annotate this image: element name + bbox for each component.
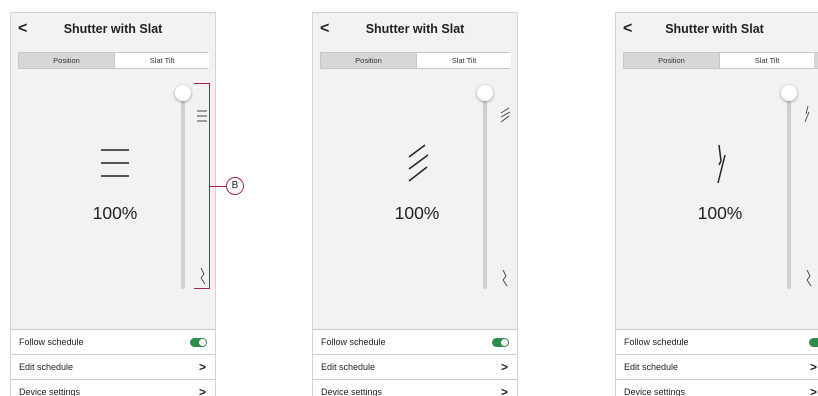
- row-label: Follow schedule: [19, 337, 84, 347]
- slider-track[interactable]: [483, 99, 487, 289]
- slider-track[interactable]: [787, 99, 791, 289]
- tab-slat-tilt[interactable]: Slat Tilt: [416, 53, 511, 68]
- position-percentage: 100%: [92, 203, 138, 223]
- slider-track[interactable]: [181, 99, 185, 289]
- slider-knob[interactable]: [175, 85, 191, 101]
- header: < Shutter with Slat: [616, 13, 818, 47]
- slats-open-small-icon: [197, 110, 207, 122]
- edit-schedule-row[interactable]: Edit schedule >: [616, 355, 818, 380]
- tab-slat-tilt[interactable]: Slat Tilt: [719, 53, 814, 68]
- slats-closed-small-icon: [806, 269, 812, 287]
- tab-position[interactable]: Position: [624, 53, 719, 68]
- chevron-right-icon: >: [198, 385, 206, 396]
- device-settings-row[interactable]: Device settings >: [313, 380, 517, 396]
- callout-badge: B: [226, 177, 244, 195]
- chevron-right-icon: >: [500, 385, 508, 396]
- page-title: Shutter with Slat: [365, 22, 465, 36]
- phone-screen-3: < Shutter with Slat Position Slat Tilt 1…: [615, 12, 818, 396]
- follow-schedule-toggle[interactable]: [809, 338, 818, 347]
- follow-schedule-toggle[interactable]: [190, 338, 207, 347]
- chevron-right-icon: >: [500, 360, 508, 374]
- tab-position[interactable]: Position: [321, 53, 416, 68]
- follow-schedule-row: Follow schedule: [11, 330, 215, 355]
- device-settings-row[interactable]: Device settings >: [11, 380, 215, 396]
- callout-connector: [210, 186, 226, 187]
- edit-schedule-row[interactable]: Edit schedule >: [11, 355, 215, 380]
- shutter-control-area: 100%: [616, 69, 818, 324]
- chevron-right-icon: >: [809, 385, 817, 396]
- page-title: Shutter with Slat: [63, 22, 163, 36]
- position-percentage: 100%: [394, 203, 440, 223]
- slider-knob[interactable]: [477, 85, 493, 101]
- row-label: Edit schedule: [321, 362, 376, 372]
- steep-slats-icon: [717, 144, 726, 184]
- position-percentage: 100%: [697, 203, 743, 223]
- slats-tilted-small-icon: [500, 107, 511, 123]
- settings-list: Follow schedule Edit schedule > Device s…: [11, 329, 215, 396]
- open-slats-icon: [101, 149, 129, 177]
- shutter-control-area: 100%: [11, 69, 215, 324]
- page-title: Shutter with Slat: [665, 22, 764, 36]
- chevron-right-icon: >: [809, 360, 817, 374]
- tab-slat-tilt[interactable]: Slat Tilt: [114, 53, 209, 68]
- settings-list: Follow schedule Edit schedule > Device s…: [616, 329, 818, 396]
- device-settings-row[interactable]: Device settings >: [616, 380, 818, 396]
- follow-schedule-row: Follow schedule: [616, 330, 818, 355]
- segmented-control: Position Slat Tilt: [623, 52, 818, 69]
- phone-screen-2: < Shutter with Slat Position Slat Tilt 1…: [312, 12, 518, 396]
- tilted-slats-icon: [408, 144, 429, 182]
- chevron-right-icon: >: [198, 360, 206, 374]
- shutter-control-area: 100%: [313, 69, 517, 324]
- row-label: Follow schedule: [624, 337, 689, 347]
- row-label: Device settings: [624, 387, 686, 396]
- tab-position[interactable]: Position: [19, 53, 114, 68]
- slats-closed-small-icon: [200, 267, 206, 285]
- row-label: Device settings: [321, 387, 383, 396]
- follow-schedule-toggle[interactable]: [492, 338, 509, 347]
- settings-list: Follow schedule Edit schedule > Device s…: [313, 329, 517, 396]
- callout-bracket-top: [194, 83, 210, 84]
- edit-schedule-row[interactable]: Edit schedule >: [313, 355, 517, 380]
- row-label: Edit schedule: [624, 362, 679, 372]
- phone-screen-1: < Shutter with Slat Position Slat Tilt 1…: [10, 12, 216, 396]
- slats-closed-small-icon: [502, 269, 508, 287]
- callout-bracket-bottom: [194, 288, 210, 289]
- follow-schedule-row: Follow schedule: [313, 330, 517, 355]
- segmented-control: Position Slat Tilt: [320, 52, 511, 69]
- header: < Shutter with Slat: [313, 13, 517, 47]
- header: < Shutter with Slat: [11, 13, 215, 47]
- row-label: Device settings: [19, 387, 81, 396]
- slats-steep-small-icon: [804, 105, 810, 123]
- segmented-control: Position Slat Tilt: [18, 52, 209, 69]
- row-label: Edit schedule: [19, 362, 74, 372]
- slider-knob[interactable]: [781, 85, 797, 101]
- row-label: Follow schedule: [321, 337, 386, 347]
